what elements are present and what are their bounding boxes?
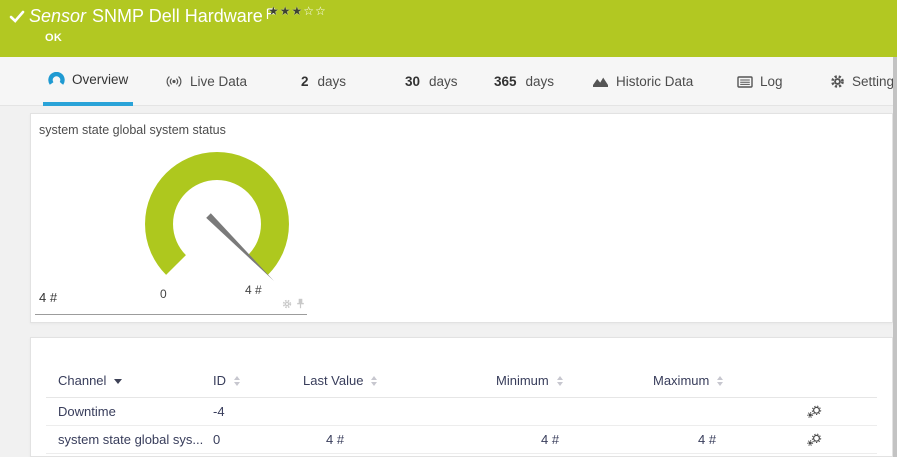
gear-icon	[830, 74, 845, 89]
tab-historic-data[interactable]: Historic Data	[587, 57, 698, 106]
cell-maximum: 4 #	[698, 432, 716, 447]
tab-settings[interactable]: Settings	[825, 57, 897, 106]
tab-365-days-label: days	[526, 74, 555, 89]
sensor-header: Sensor SNMP Dell Hardware ★★★☆☆ OK	[0, 0, 897, 57]
broadcast-icon	[165, 75, 183, 88]
priority-stars-empty: ☆☆	[303, 4, 327, 18]
column-header-channel[interactable]: Channel	[58, 373, 122, 388]
column-header-channel-label: Channel	[58, 373, 106, 388]
gear-icon[interactable]	[282, 299, 292, 309]
sort-icon	[717, 376, 723, 386]
channel-table-panel: Channel ID Last Value Minimum Maximum Do…	[30, 337, 893, 457]
pin-icon[interactable]	[296, 298, 305, 309]
table-row-downtime[interactable]: Downtime -4	[46, 398, 877, 426]
gauge-panel: system state global system status 0 4 # …	[30, 113, 893, 323]
cell-channel: system state global sys...	[58, 432, 203, 447]
sort-icon	[557, 376, 563, 386]
cell-id: 0	[213, 432, 220, 447]
column-header-last-value[interactable]: Last Value	[303, 373, 377, 388]
gauge-divider	[35, 314, 307, 315]
page-title: Sensor SNMP Dell Hardware	[29, 4, 263, 28]
object-kind-label: Sensor	[29, 6, 86, 26]
column-header-minimum[interactable]: Minimum	[496, 373, 563, 388]
column-header-maximum[interactable]: Maximum	[653, 373, 723, 388]
sort-icon	[371, 376, 377, 386]
check-icon	[9, 10, 25, 29]
channel-settings-gears-icon[interactable]	[807, 405, 822, 423]
area-chart-icon	[592, 76, 609, 88]
cell-minimum: 4 #	[541, 432, 559, 447]
tab-historic-data-label: Historic Data	[616, 74, 693, 89]
column-header-minimum-label: Minimum	[496, 373, 549, 388]
priority-stars[interactable]: ★★★☆☆	[268, 4, 327, 18]
sort-desc-icon	[114, 379, 122, 384]
gauge-max-label: 4 #	[245, 283, 262, 297]
table-header-row: Channel ID Last Value Minimum Maximum	[46, 338, 877, 398]
tab-log-label: Log	[760, 74, 783, 89]
tab-2-days-label: days	[318, 74, 347, 89]
cell-channel: Downtime	[58, 404, 116, 419]
priority-stars-filled: ★★★	[268, 4, 303, 18]
log-icon	[737, 76, 753, 88]
gauge-title: system state global system status	[39, 123, 226, 137]
tab-2-days-number: 2	[301, 74, 309, 89]
tab-30-days-number: 30	[405, 74, 420, 89]
gauge-toolbar	[282, 298, 305, 309]
column-header-id[interactable]: ID	[213, 373, 240, 388]
gauge-icon	[48, 72, 65, 87]
column-header-id-label: ID	[213, 373, 226, 388]
tab-overview[interactable]: Overview	[43, 57, 133, 106]
tab-365-days-number: 365	[494, 74, 517, 89]
tab-365-days[interactable]: 365 days	[489, 57, 559, 106]
channel-settings-gears-icon[interactable]	[807, 433, 822, 451]
sort-icon	[234, 376, 240, 386]
tab-live-data[interactable]: Live Data	[160, 57, 252, 106]
tab-settings-label: Settings	[852, 74, 897, 89]
table-row-system-state[interactable]: system state global sys... 0 4 # 4 # 4 #	[46, 426, 877, 454]
tab-30-days-label: days	[429, 74, 458, 89]
tab-overview-label: Overview	[72, 72, 128, 87]
gauge-chart	[127, 146, 307, 296]
cell-id: -4	[213, 404, 225, 419]
sensor-name: SNMP Dell Hardware	[92, 6, 263, 26]
column-header-last-value-label: Last Value	[303, 373, 363, 388]
tab-log[interactable]: Log	[732, 57, 788, 106]
tab-live-data-label: Live Data	[190, 74, 247, 89]
cell-last-value: 4 #	[326, 432, 344, 447]
tab-2-days[interactable]: 2 days	[296, 57, 351, 106]
tab-30-days[interactable]: 30 days	[400, 57, 463, 106]
tab-bar: Overview Live Data 2 days 30 days 365 da…	[0, 57, 897, 106]
column-header-maximum-label: Maximum	[653, 373, 709, 388]
scrollbar[interactable]	[893, 57, 897, 457]
gauge-current-value: 4 #	[39, 290, 57, 305]
gauge-min-label: 0	[160, 287, 167, 301]
status-badge: OK	[45, 32, 62, 44]
